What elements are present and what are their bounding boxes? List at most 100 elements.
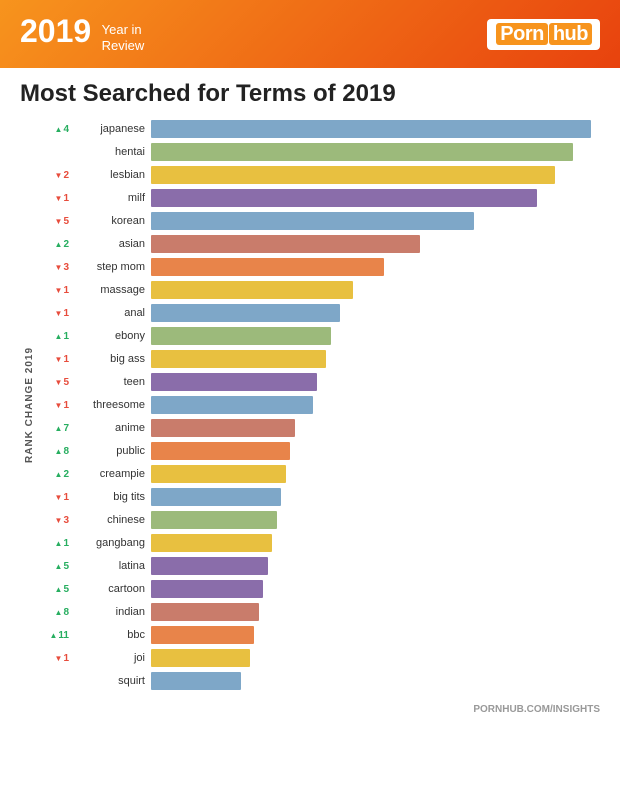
rank-change: 8 bbox=[35, 446, 73, 457]
bar bbox=[151, 189, 537, 207]
term-label: indian bbox=[73, 606, 151, 618]
rank-num: 11 bbox=[58, 630, 69, 641]
term-label: creampie bbox=[73, 468, 151, 480]
chart-row: 5latina bbox=[35, 555, 600, 577]
arrow-down-icon bbox=[55, 653, 63, 664]
bar bbox=[151, 258, 384, 276]
rank-change: 1 bbox=[35, 538, 73, 549]
rank-change: 1 bbox=[35, 492, 73, 503]
rank-change: 1 bbox=[35, 308, 73, 319]
term-label: big tits bbox=[73, 491, 151, 503]
arrow-up-icon bbox=[55, 607, 63, 618]
rank-num: 3 bbox=[63, 262, 69, 273]
bar bbox=[151, 166, 555, 184]
bar-area bbox=[151, 373, 600, 391]
bar bbox=[151, 534, 272, 552]
rank-num: 8 bbox=[63, 446, 69, 457]
bar-area bbox=[151, 120, 600, 138]
arrow-down-icon bbox=[55, 170, 63, 181]
rank-num: 1 bbox=[63, 538, 69, 549]
bar bbox=[151, 672, 241, 690]
bar-area bbox=[151, 189, 600, 207]
rank-change: 1 bbox=[35, 653, 73, 664]
bar-area bbox=[151, 465, 600, 483]
term-label: lesbian bbox=[73, 169, 151, 181]
term-label: step mom bbox=[73, 261, 151, 273]
term-label: latina bbox=[73, 560, 151, 572]
bar bbox=[151, 603, 259, 621]
bar bbox=[151, 488, 281, 506]
term-label: joi bbox=[73, 652, 151, 664]
arrow-down-icon bbox=[55, 492, 63, 503]
term-label: milf bbox=[73, 192, 151, 204]
rank-change: 7 bbox=[35, 423, 73, 434]
term-label: gangbang bbox=[73, 537, 151, 549]
bar bbox=[151, 626, 254, 644]
arrow-down-icon bbox=[55, 285, 63, 296]
bar-area bbox=[151, 235, 600, 253]
chart-row: 2creampie bbox=[35, 463, 600, 485]
bar-area bbox=[151, 603, 600, 621]
rank-num: 5 bbox=[63, 377, 69, 388]
main-content: Most Searched for Terms of 2019 RANK CHA… bbox=[0, 68, 620, 700]
year-sub: Year in Review bbox=[102, 22, 145, 53]
chart-container: RANK CHANGE 2019 4japanesehentai2lesbian… bbox=[20, 118, 600, 692]
term-label: big ass bbox=[73, 353, 151, 365]
bar-area bbox=[151, 511, 600, 529]
bar bbox=[151, 327, 331, 345]
chart-row: 1 big ass bbox=[35, 348, 600, 370]
bar-area bbox=[151, 672, 600, 690]
bar-area bbox=[151, 488, 600, 506]
header-left: 2019 Year in Review bbox=[20, 15, 144, 53]
rank-change: 11 bbox=[35, 630, 73, 641]
term-label: bbc bbox=[73, 629, 151, 641]
bar-area bbox=[151, 212, 600, 230]
bar bbox=[151, 281, 353, 299]
arrow-up-icon bbox=[55, 331, 63, 342]
rank-num: 2 bbox=[63, 239, 69, 250]
rank-change: 5 bbox=[35, 561, 73, 572]
bar-area bbox=[151, 580, 600, 598]
bar-area bbox=[151, 258, 600, 276]
chart-row: 4japanese bbox=[35, 118, 600, 140]
arrow-up-icon bbox=[55, 446, 63, 457]
bar-area bbox=[151, 626, 600, 644]
chart-row: 1joi bbox=[35, 647, 600, 669]
arrow-down-icon bbox=[55, 216, 63, 227]
arrow-down-icon bbox=[55, 400, 63, 411]
bar bbox=[151, 304, 340, 322]
rank-num: 1 bbox=[63, 354, 69, 365]
rank-change: 2 bbox=[35, 170, 73, 181]
term-label: squirt bbox=[73, 675, 151, 687]
chart-rows: 4japanesehentai2lesbian1milf5korean2asia… bbox=[35, 118, 600, 692]
footer: PORNHUB.COM/INSIGHTS bbox=[0, 700, 620, 721]
bar-area bbox=[151, 304, 600, 322]
bar-area bbox=[151, 557, 600, 575]
bar-area bbox=[151, 327, 600, 345]
bar bbox=[151, 396, 313, 414]
rank-num: 4 bbox=[63, 124, 69, 135]
chart-row: 3 step mom bbox=[35, 256, 600, 278]
rank-num: 7 bbox=[63, 423, 69, 434]
bar bbox=[151, 649, 250, 667]
rank-change: 1 bbox=[35, 354, 73, 365]
bar bbox=[151, 143, 573, 161]
bar bbox=[151, 419, 295, 437]
bar bbox=[151, 373, 317, 391]
term-label: anal bbox=[73, 307, 151, 319]
term-label: cartoon bbox=[73, 583, 151, 595]
term-label: ebony bbox=[73, 330, 151, 342]
bar-area bbox=[151, 143, 600, 161]
arrow-up-icon bbox=[55, 561, 63, 572]
term-label: anime bbox=[73, 422, 151, 434]
bar bbox=[151, 580, 263, 598]
rank-change: 2 bbox=[35, 239, 73, 250]
rank-change-label: RANK CHANGE 2019 bbox=[20, 118, 35, 692]
term-label: public bbox=[73, 445, 151, 457]
bar-area bbox=[151, 396, 600, 414]
chart-row: 5teen bbox=[35, 371, 600, 393]
rank-num: 1 bbox=[63, 193, 69, 204]
rank-change: 3 bbox=[35, 262, 73, 273]
bar bbox=[151, 511, 277, 529]
arrow-up-icon bbox=[55, 124, 63, 135]
